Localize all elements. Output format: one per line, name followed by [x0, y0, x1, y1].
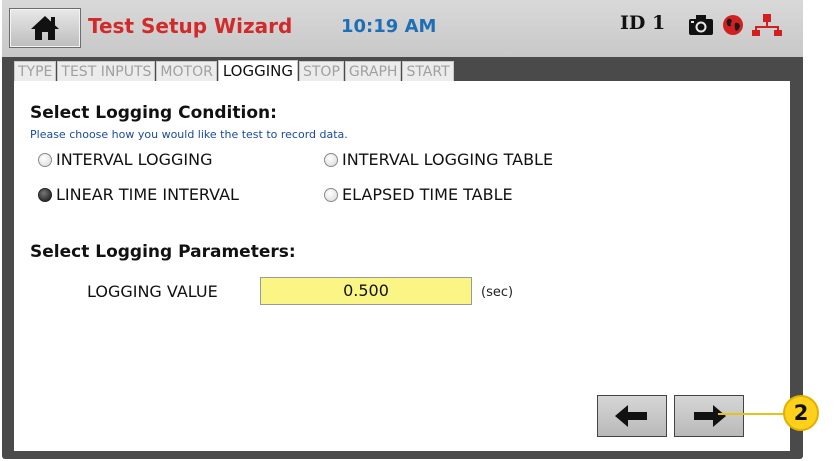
logging-value-unit: (sec) [481, 285, 514, 300]
tab-logging[interactable]: LOGGING [217, 60, 298, 83]
next-button[interactable] [674, 395, 744, 437]
radio-button-icon [38, 152, 52, 167]
tab-start[interactable]: START [402, 61, 454, 82]
logging-condition-hint: Please choose how you would like the tes… [30, 128, 348, 141]
status-icons [688, 9, 782, 41]
clock: 10:19 AM [341, 16, 437, 37]
home-button[interactable] [9, 8, 81, 48]
radio-label: ELAPSED TIME TABLE [342, 185, 513, 204]
radio-button-icon [324, 187, 338, 202]
camera-icon[interactable] [688, 14, 714, 36]
radio-label: INTERVAL LOGGING TABLE [342, 150, 554, 169]
logging-value-input[interactable]: 0.500 [260, 277, 472, 305]
device-id-label: ID 1 [620, 12, 666, 34]
radio-interval-logging-table[interactable]: INTERVAL LOGGING TABLE [324, 150, 553, 169]
tab-stop[interactable]: STOP [298, 61, 344, 82]
device-frame: Test Setup Wizard 10:19 AM ID 1 TYPE TES… [2, 0, 803, 459]
radio-elapsed-time-table[interactable]: ELAPSED TIME TABLE [324, 185, 513, 204]
globe-icon[interactable] [722, 14, 744, 36]
back-button[interactable] [597, 395, 667, 437]
logging-panel: Select Logging Condition: Please choose … [14, 81, 790, 451]
callout-leader-line [718, 413, 784, 415]
radio-label: INTERVAL LOGGING [56, 150, 213, 169]
tab-motor[interactable]: MOTOR [156, 61, 217, 82]
logging-parameters-heading: Select Logging Parameters: [30, 242, 296, 262]
network-icon[interactable] [752, 13, 782, 37]
arrow-left-icon [615, 405, 647, 427]
tab-test-inputs[interactable]: TEST INPUTS [57, 61, 156, 82]
title-bar: Test Setup Wizard 10:19 AM ID 1 [2, 0, 803, 57]
radio-linear-time-interval[interactable]: LINEAR TIME INTERVAL [38, 185, 239, 204]
wizard-tabs: TYPE TEST INPUTS MOTOR LOGGING STOP GRAP… [14, 60, 455, 83]
logging-condition-heading: Select Logging Condition: [30, 103, 277, 123]
tab-graph[interactable]: GRAPH [344, 61, 402, 82]
tab-type[interactable]: TYPE [14, 61, 57, 82]
radio-interval-logging[interactable]: INTERVAL LOGGING [38, 150, 213, 169]
home-icon [31, 16, 59, 40]
window-title: Test Setup Wizard [88, 14, 293, 38]
radio-label: LINEAR TIME INTERVAL [56, 185, 239, 204]
callout-badge: 2 [783, 395, 819, 431]
logging-value-label: LOGGING VALUE [87, 282, 218, 301]
radio-button-icon [324, 152, 338, 167]
radio-button-selected-icon [38, 187, 52, 202]
arrow-right-icon [694, 405, 726, 427]
